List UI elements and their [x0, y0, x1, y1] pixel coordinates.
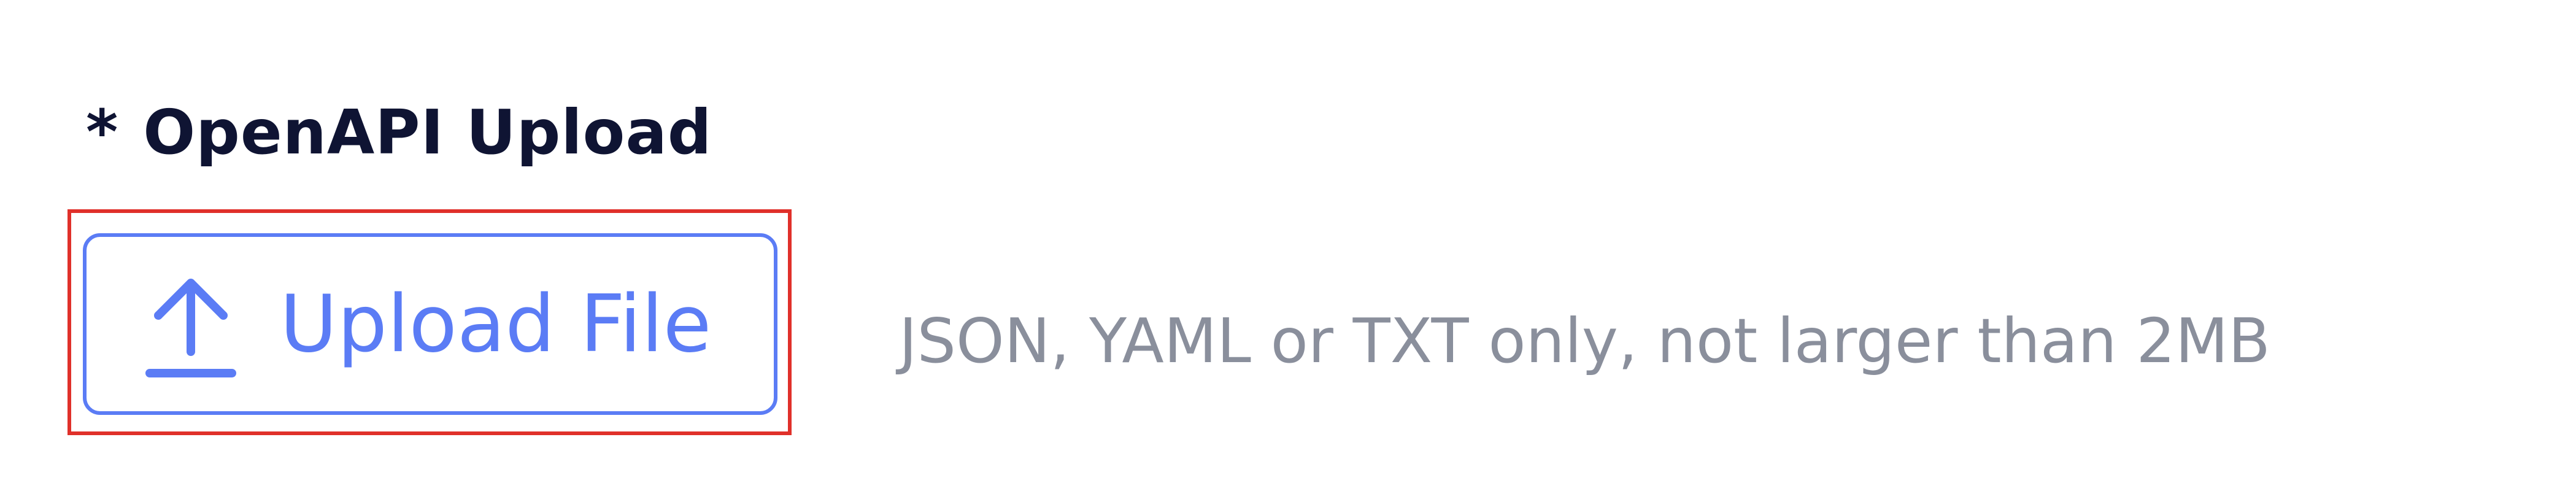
field-label-text: OpenAPI Upload [143, 96, 712, 168]
upload-file-button[interactable]: Upload File [83, 233, 777, 415]
openapi-upload-form-item: * OpenAPI Upload Upload File JSON, YAML … [0, 0, 2576, 491]
upload-file-label: Upload File [280, 278, 712, 370]
required-mark: * [86, 96, 119, 168]
field-label: * OpenAPI Upload [86, 92, 712, 172]
upload-hint: JSON, YAML or TXT only, not larger than … [899, 304, 2270, 377]
upload-icon [145, 275, 237, 379]
